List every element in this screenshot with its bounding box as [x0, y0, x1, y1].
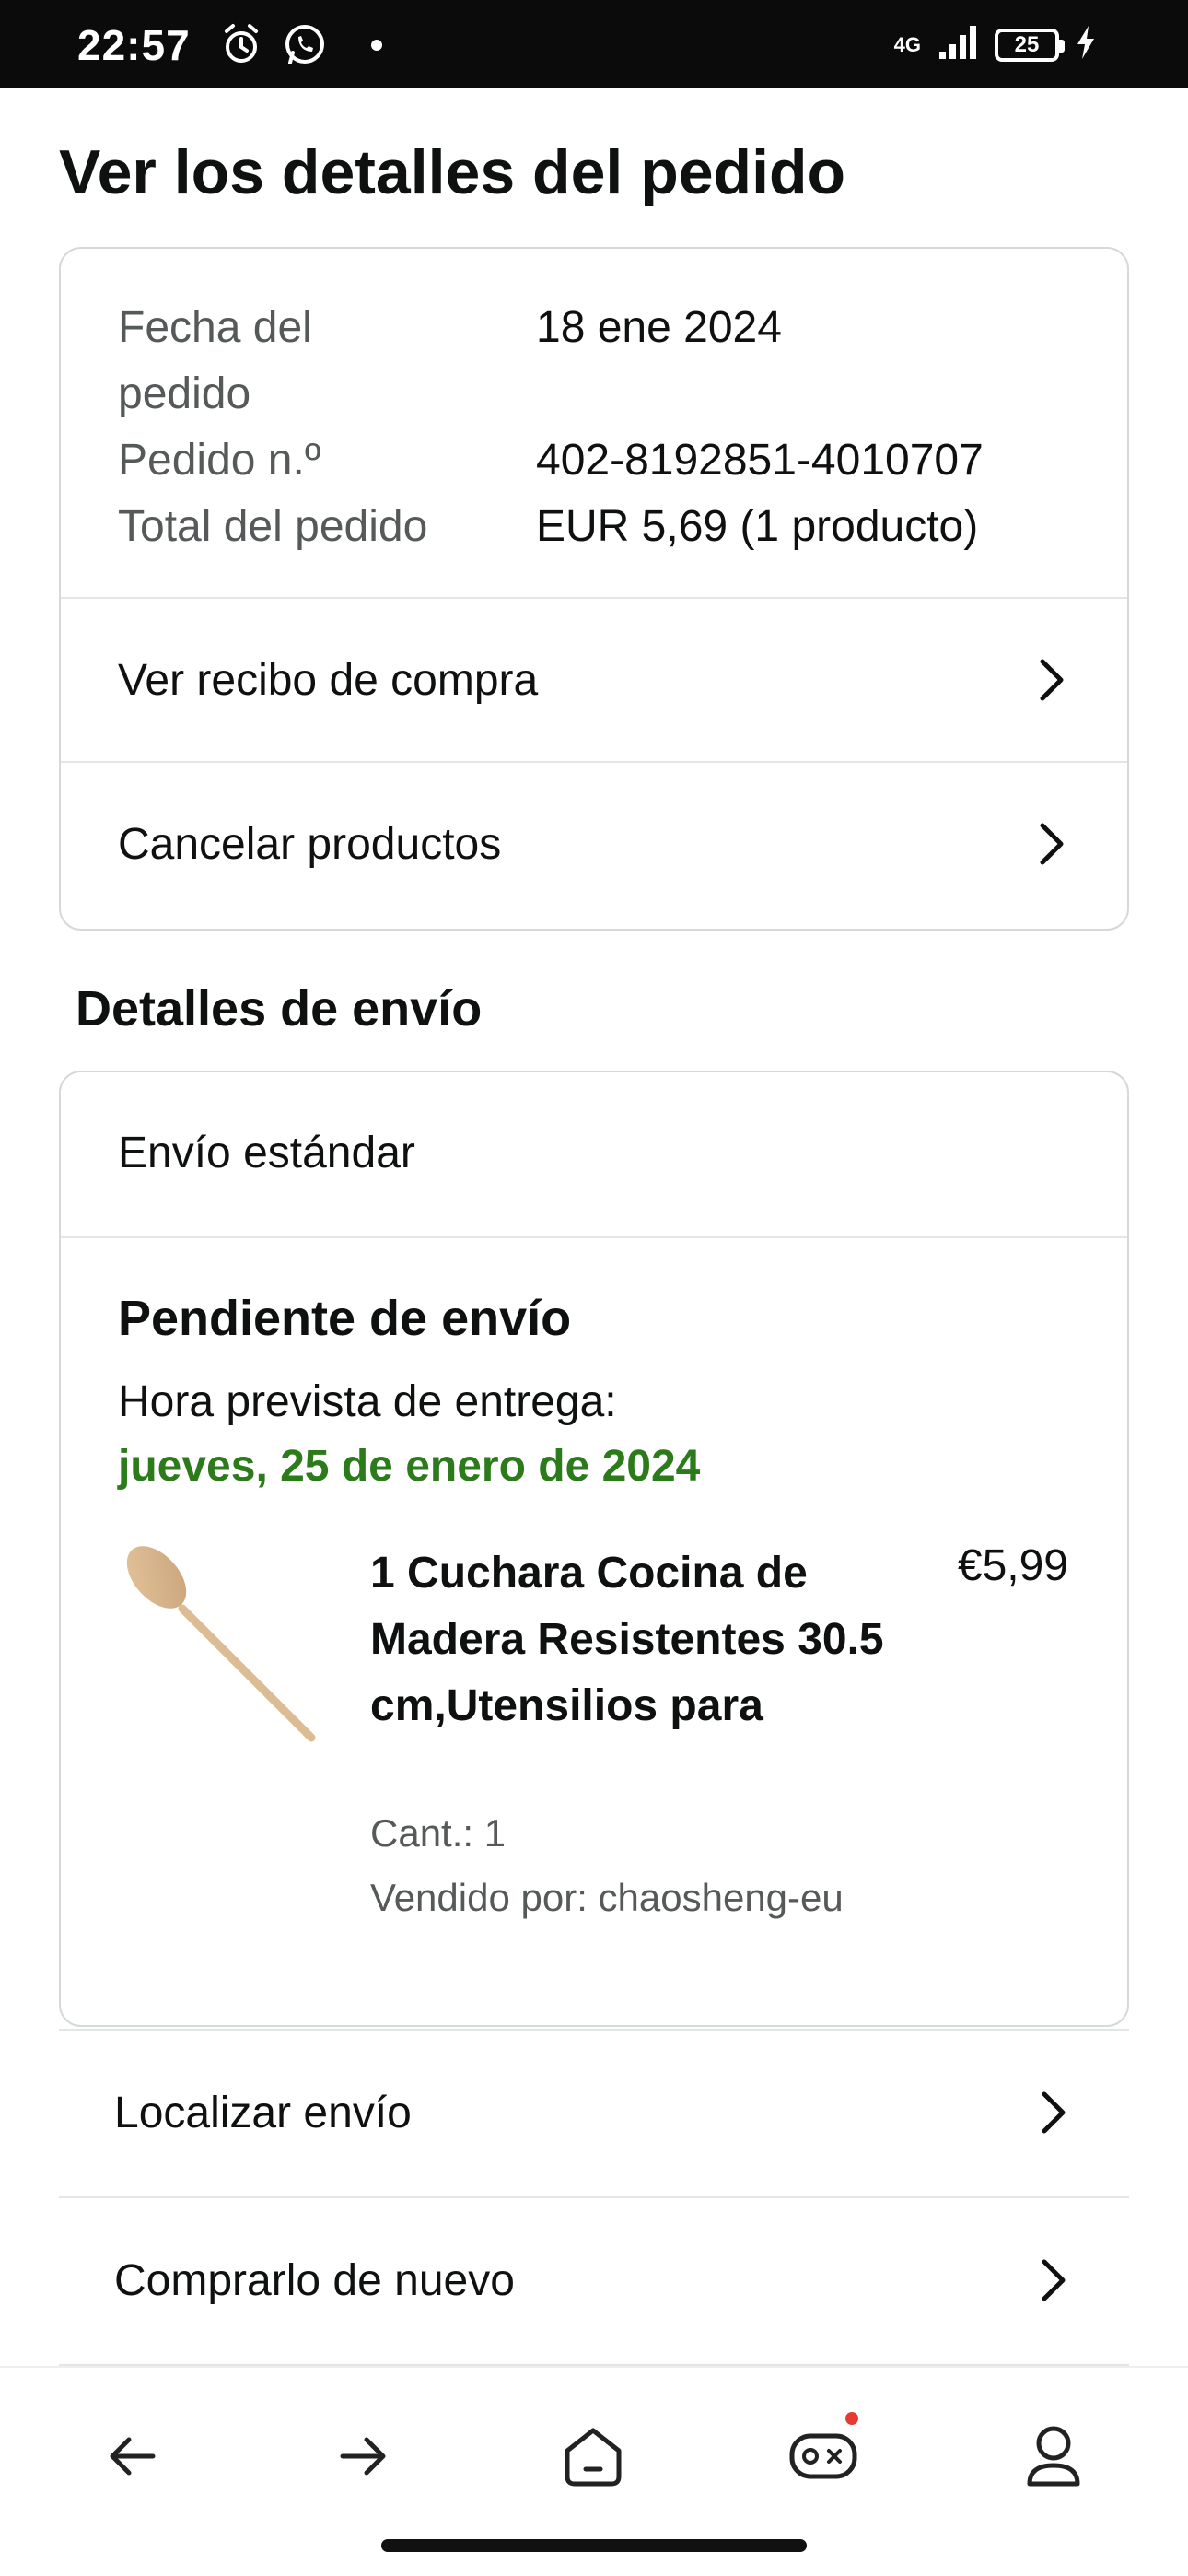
account-icon [1027, 2426, 1080, 2487]
product-quantity: Cant.: 1 [370, 1811, 507, 1855]
back-arrow-icon [110, 2437, 156, 2476]
shipment-status: Pendiente de envío [118, 1291, 572, 1346]
wooden-spoon-image [126, 1546, 316, 1742]
order-date-value: 18 ene 2024 [536, 303, 782, 352]
order-total-label: Total del pedido [118, 502, 428, 551]
chevron-right-icon [1040, 659, 1064, 701]
summary-row-date: Fecha del pedido 18 ene 2024 [118, 295, 1094, 427]
network-type-icon: 4G [893, 32, 921, 56]
forward-arrow-icon [340, 2437, 386, 2476]
battery-level: 25 [1014, 31, 1040, 57]
chevron-right-icon [1040, 823, 1064, 865]
product-title[interactable]: 1 Cuchara Cocina de Madera Resistentes 3… [370, 1540, 886, 1739]
order-summary-grid: Fecha del pedido 18 ene 2024 Pedido n.º … [118, 295, 1094, 560]
summary-row-total: Total del pedido EUR 5,69 (1 producto) [118, 494, 1094, 560]
status-bar: 22:57 4G 25 [0, 0, 1188, 88]
home-icon [565, 2428, 622, 2487]
delivery-estimate-label: Hora prevista de entrega: [118, 1377, 617, 1426]
order-date-label: Fecha del pedido [118, 303, 312, 418]
cancel-products-label: Cancelar productos [118, 819, 502, 869]
forward-button[interactable] [326, 2419, 400, 2493]
product-price: €5,99 [957, 1541, 1068, 1590]
back-button[interactable] [96, 2419, 169, 2493]
cancel-products-link[interactable]: Cancelar productos [61, 763, 1127, 925]
order-number-value: 402-8192851-4010707 [536, 436, 984, 485]
battery-icon: 25 [995, 28, 1065, 62]
shipping-method: Envío estándar [118, 1129, 415, 1177]
divider [61, 1236, 1127, 1238]
order-number-label: Pedido n.º [118, 436, 321, 485]
notification-badge [845, 2412, 858, 2425]
buy-again-label: Comprarlo de nuevo [114, 2255, 515, 2305]
status-time: 22:57 [77, 21, 191, 69]
track-package-link[interactable]: Localizar envío [59, 2029, 1129, 2195]
notification-dot [370, 39, 383, 56]
home-button[interactable] [556, 2419, 630, 2493]
order-total-value: EUR 5,69 (1 producto) [536, 502, 979, 551]
game-controller-icon [789, 2433, 857, 2479]
chevron-right-icon [1042, 2259, 1066, 2301]
network-type-label: 4G [893, 32, 921, 56]
buy-again-link[interactable]: Comprarlo de nuevo [59, 2196, 1129, 2362]
signal-icon [938, 24, 978, 65]
summary-row-number: Pedido n.º 402-8192851-4010707 [118, 427, 1094, 494]
product-image[interactable] [118, 1533, 339, 1754]
games-button[interactable] [786, 2412, 860, 2493]
view-receipt-label: Ver recibo de compra [118, 655, 539, 705]
charging-icon [1076, 24, 1096, 65]
whatsapp-icon [282, 22, 328, 73]
page-title: Ver los detalles del pedido [59, 137, 846, 207]
order-summary-card: Fecha del pedido 18 ene 2024 Pedido n.º … [59, 247, 1129, 931]
account-button[interactable] [1017, 2419, 1090, 2493]
view-receipt-link[interactable]: Ver recibo de compra [61, 599, 1127, 761]
alarm-icon [221, 22, 262, 71]
delivery-estimate-date: jueves, 25 de enero de 2024 [118, 1442, 701, 1491]
shipping-section-title: Detalles de envío [76, 981, 483, 1036]
home-indicator[interactable] [381, 2539, 807, 2552]
track-package-label: Localizar envío [114, 2088, 412, 2137]
shipment-card: Envío estándar Pendiente de envío Hora p… [59, 1071, 1129, 2027]
chevron-right-icon [1042, 2091, 1066, 2134]
product-seller: Vendido por: chaosheng-eu [370, 1876, 844, 1919]
